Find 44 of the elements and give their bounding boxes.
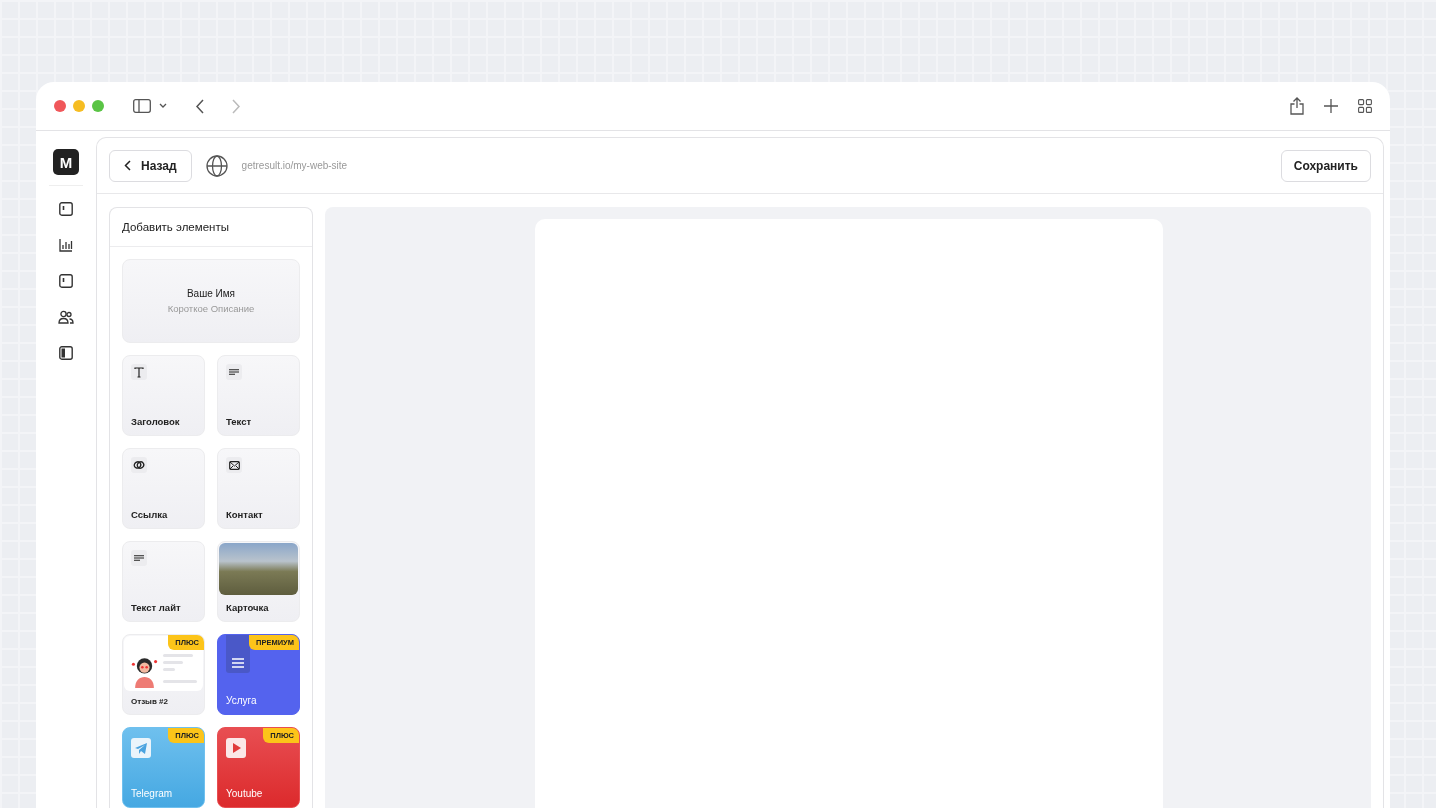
layout-icon[interactable]: [59, 346, 73, 360]
back-button[interactable]: Назад: [109, 149, 192, 182]
element-card[interactable]: Текст лайт: [122, 541, 205, 622]
element-label: Карточка: [226, 602, 270, 613]
tabs-grid-icon[interactable]: [1358, 99, 1372, 113]
paper-plane-icon: [131, 738, 151, 758]
text-lines-icon: [131, 550, 147, 566]
document-list-icon: [226, 635, 250, 673]
globe-icon: [205, 154, 228, 177]
chevron-down-icon[interactable]: [159, 103, 167, 109]
element-label: Заголовок: [131, 416, 181, 427]
element-card[interactable]: Карточка: [217, 541, 300, 622]
save-button[interactable]: Сохранить: [1280, 149, 1371, 182]
element-card[interactable]: Ссылка: [122, 448, 205, 529]
chevron-left-icon: [124, 160, 131, 171]
app-logo[interactable]: M: [53, 149, 79, 175]
element-label: Telegram: [131, 788, 174, 799]
link-icon: [131, 457, 147, 473]
element-card[interactable]: Заголовок: [122, 355, 205, 436]
users-icon[interactable]: [58, 310, 74, 324]
profile-name: Ваше Имя: [186, 288, 236, 299]
element-label: Текст лайт: [131, 602, 182, 613]
element-label: Услуга: [226, 695, 258, 706]
sidebar-icon[interactable]: [133, 99, 151, 113]
element-label: Ссылка: [131, 509, 169, 520]
close-window-button[interactable]: [54, 100, 66, 112]
text-lines-icon: [226, 364, 242, 380]
element-card[interactable]: Текст: [217, 355, 300, 436]
plus-icon[interactable]: [1324, 99, 1338, 113]
page-icon[interactable]: [59, 274, 73, 288]
letter-t-icon: [131, 364, 147, 380]
element-label: Отзыв #2: [131, 697, 169, 706]
profile-description: Короткое Описание: [167, 303, 255, 314]
share-icon[interactable]: [1290, 97, 1304, 115]
element-label: Контакт: [226, 509, 264, 520]
element-label: Текст: [226, 416, 253, 427]
play-icon: [226, 738, 246, 758]
envelope-icon: [226, 457, 242, 473]
element-label: Youtube: [226, 788, 264, 799]
profile-card[interactable]: Ваше Имя Короткое Описание: [122, 259, 300, 343]
panel-title: Добавить элементы: [110, 208, 312, 247]
dashboard-icon[interactable]: [59, 202, 73, 216]
bar-chart-icon[interactable]: [59, 238, 73, 252]
element-card[interactable]: Контакт: [217, 448, 300, 529]
